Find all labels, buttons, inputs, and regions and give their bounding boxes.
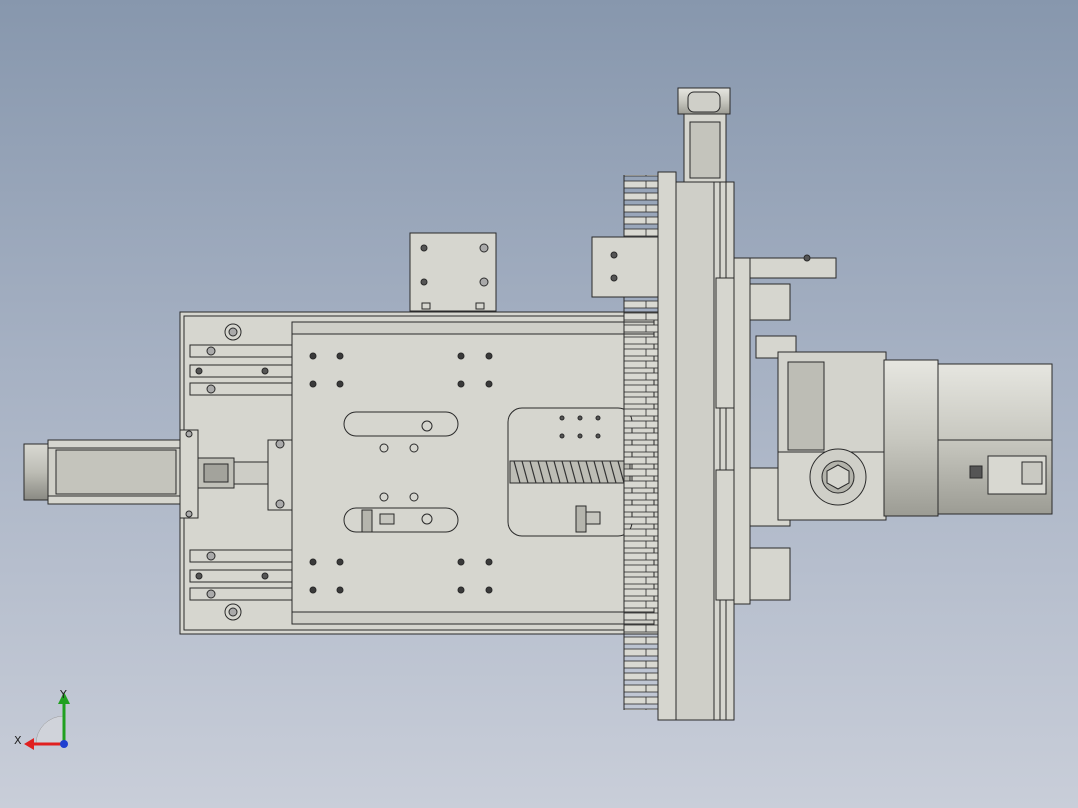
cad-viewport[interactable]: Y X bbox=[0, 0, 1078, 808]
rail-top bbox=[189, 344, 293, 396]
vertical-column bbox=[657, 171, 735, 721]
z-axis-dot bbox=[60, 740, 68, 748]
rail-bottom bbox=[189, 549, 293, 601]
side-bracket bbox=[591, 236, 659, 298]
right-servo-motor bbox=[777, 351, 1053, 521]
triad-x-label: X bbox=[14, 734, 22, 747]
top-motor bbox=[677, 87, 731, 183]
top-bracket bbox=[409, 232, 497, 312]
orientation-triad[interactable] bbox=[14, 686, 84, 756]
left-servo-motor bbox=[23, 429, 199, 519]
ball-screw bbox=[509, 460, 631, 484]
triad-y-label: Y bbox=[60, 688, 67, 701]
cad-assembly-model[interactable] bbox=[0, 0, 1078, 808]
